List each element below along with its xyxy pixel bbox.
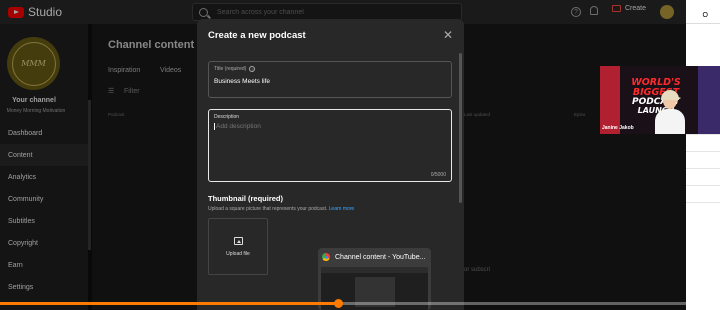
upload-file-button[interactable]: Upload file xyxy=(208,218,268,275)
description-placeholder[interactable]: Add description xyxy=(214,123,446,130)
host-name: Janine Jakob xyxy=(602,125,634,131)
image-upload-icon xyxy=(233,236,243,245)
video-progress-fill xyxy=(0,302,339,305)
title-field-value[interactable]: Business Meets life xyxy=(214,78,446,85)
close-icon[interactable]: ✕ xyxy=(443,28,453,42)
title-field[interactable]: Title (required) ? Business Meets life xyxy=(208,61,452,98)
tab-preview-title-row: Channel content - YouTube... xyxy=(322,253,425,261)
description-label: Description xyxy=(214,114,240,120)
video-thumbnail[interactable]: WORLD'S BIGGEST PODCAST LAUNCH Janine Ja… xyxy=(600,66,720,134)
dialog-scrollbar[interactable] xyxy=(459,53,462,203)
video-progress-bar[interactable] xyxy=(0,299,720,308)
dialog-title: Create a new podcast xyxy=(208,30,306,41)
right-panel-corner-text: O xyxy=(686,12,720,24)
title-field-label-row: Title (required) ? xyxy=(214,66,446,72)
thumbnail-description: Upload a square picture that represents … xyxy=(208,206,354,212)
help-circle-icon[interactable]: ? xyxy=(249,66,256,72)
learn-more-link[interactable]: Learn more xyxy=(329,206,355,212)
description-char-count: 0/5000 xyxy=(430,172,446,178)
description-field[interactable]: Description Add description 0/5000 xyxy=(208,109,452,182)
thumbnail-heading: Thumbnail (required) xyxy=(208,194,283,203)
right-side-window: O xyxy=(686,0,720,310)
thumbnail-right-strip xyxy=(698,66,720,134)
upload-file-label: Upload file xyxy=(226,250,250,257)
tab-preview-topbar xyxy=(321,267,428,273)
video-scrubber-handle[interactable] xyxy=(333,299,343,308)
screen: Studio ? Create MMM Your channel Money M… xyxy=(0,0,720,310)
title-field-label: Title (required) xyxy=(214,66,247,72)
tab-preview-title: Channel content - YouTube... xyxy=(335,253,426,261)
host-photo xyxy=(655,90,685,134)
right-panel-lines xyxy=(686,134,720,219)
chrome-icon xyxy=(322,253,330,261)
thumbnail-sub-text: Upload a square picture that represents … xyxy=(208,206,328,212)
